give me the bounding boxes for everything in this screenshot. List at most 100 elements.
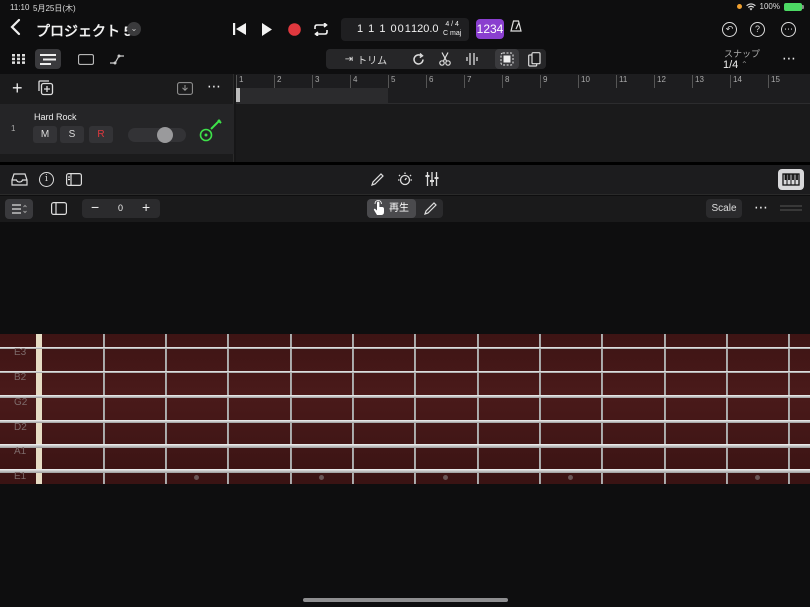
cycle-button[interactable] <box>310 19 332 39</box>
playhead[interactable] <box>236 88 240 102</box>
join-icon[interactable] <box>462 49 482 69</box>
lcd-key: C maj <box>443 30 462 37</box>
play-mode-label: 再生 <box>389 203 409 214</box>
mixer-sliders-icon[interactable] <box>425 172 439 186</box>
more-circle-icon[interactable]: ⋯ <box>781 22 796 37</box>
lcd-time-signature: 4 / 4 <box>445 21 459 28</box>
track-name[interactable]: Hard Rock <box>34 112 77 122</box>
metronome-icon[interactable] <box>510 20 522 32</box>
browser-grid-icon[interactable] <box>8 49 30 69</box>
count-in-button[interactable]: 1234 <box>476 19 504 39</box>
recording-indicator-icon <box>736 4 742 9</box>
tracks-area: + ⋯ 1 Hard Rock M S R 1 2 3 4 5 6 7 8 9 … <box>0 74 810 162</box>
snap-value-selector[interactable]: 1/4 <box>723 59 738 71</box>
undo-icon[interactable]: ↶ <box>722 22 737 37</box>
transpose-value: 0 <box>118 203 124 213</box>
mute-button[interactable]: M <box>33 126 57 143</box>
lcd-signature-key: 4 / 4 C maj <box>443 20 461 38</box>
import-icon[interactable] <box>177 82 193 95</box>
live-loops-icon[interactable] <box>73 49 99 69</box>
ruler-bar: 2 <box>274 75 281 88</box>
track-more-icon[interactable]: ⋯ <box>207 78 221 95</box>
select-region-icon[interactable] <box>495 49 519 69</box>
fret <box>664 334 666 484</box>
ruler-bar: 5 <box>388 75 395 88</box>
chevron-down-icon[interactable]: ⌄ <box>127 22 141 36</box>
drag-handle-icon[interactable] <box>780 205 802 211</box>
fret-marker <box>568 475 573 480</box>
back-chevron-icon[interactable] <box>10 18 22 36</box>
string-label: A1 <box>14 446 27 457</box>
fret-marker <box>755 475 760 480</box>
split-scissors-icon[interactable] <box>435 49 455 69</box>
instrument-more-icon[interactable]: ⋯ <box>754 199 768 216</box>
ruler-bar: 9 <box>540 75 547 88</box>
fret-marker <box>194 475 199 480</box>
duplicate-track-icon[interactable] <box>38 80 54 96</box>
fret <box>726 334 728 484</box>
brightness-icon[interactable] <box>397 171 413 187</box>
string-g2[interactable] <box>0 395 810 398</box>
solo-button[interactable]: S <box>60 126 84 143</box>
help-icon[interactable]: ? <box>750 22 765 37</box>
library-icon[interactable] <box>11 172 28 186</box>
bass-fretboard[interactable]: E3 B2 G2 D2 A1 E1 <box>0 334 810 484</box>
string-a1[interactable] <box>0 444 810 448</box>
string-e1[interactable] <box>0 469 810 473</box>
inspector-icon[interactable] <box>66 173 82 186</box>
draw-pencil-icon[interactable] <box>424 202 437 215</box>
info-icon[interactable]: i <box>39 172 54 187</box>
more-options-icon[interactable]: ⋯ <box>782 50 796 67</box>
volume-slider[interactable] <box>128 127 186 143</box>
cycle-region[interactable] <box>236 88 388 104</box>
fret <box>290 334 292 484</box>
ruler-bar: 3 <box>312 75 319 88</box>
fret-marker <box>319 475 324 480</box>
loop-tool-icon[interactable] <box>408 49 428 69</box>
string-e3[interactable] <box>0 347 810 349</box>
add-track-icon[interactable]: + <box>12 78 23 99</box>
trim-label: トリム <box>357 55 388 67</box>
string-d2[interactable] <box>0 420 810 423</box>
layout-menu-icon[interactable] <box>5 199 33 219</box>
string-label: G2 <box>14 397 28 408</box>
project-title[interactable]: プロジェクト 5 <box>36 21 132 41</box>
piano-keyboard-icon <box>782 173 800 186</box>
go-to-beginning-button[interactable] <box>229 19 251 39</box>
volume-knob[interactable] <box>157 127 173 143</box>
record-button[interactable] <box>283 19 305 39</box>
trim-tool-button[interactable]: ⇥ トリム <box>336 49 396 69</box>
ruler-bar: 13 <box>692 75 704 88</box>
track-row[interactable]: 1 Hard Rock M S R <box>0 104 234 154</box>
lcd-display[interactable]: 1 1 1 001 120.0 4 / 4 C maj <box>341 18 469 41</box>
plus-icon[interactable]: + <box>142 199 150 215</box>
fret <box>477 334 479 484</box>
record-enable-button[interactable]: R <box>89 126 113 143</box>
automation-icon[interactable] <box>106 49 128 69</box>
snap-stepper-icon[interactable]: ⌃ <box>741 60 748 69</box>
battery-icon <box>784 2 804 11</box>
ruler-bar: 1 <box>236 75 243 88</box>
minus-icon[interactable]: − <box>91 199 99 215</box>
play-button[interactable] <box>256 19 278 39</box>
string-b2[interactable] <box>0 371 810 373</box>
timeline-ruler[interactable]: 1 2 3 4 5 6 7 8 9 10 11 12 13 14 15 <box>236 74 810 104</box>
fret <box>601 334 603 484</box>
string-label: E3 <box>14 347 27 358</box>
home-indicator[interactable] <box>303 598 508 602</box>
status-bar: 11:10 5月25日(木) 100% <box>0 0 810 14</box>
sidebar-icon[interactable] <box>51 202 67 215</box>
scale-button[interactable]: Scale <box>706 199 742 218</box>
track-lane[interactable] <box>236 104 810 162</box>
fret <box>165 334 167 484</box>
track-number: 1 <box>11 124 16 133</box>
play-mode-button[interactable]: 再生 <box>367 199 416 218</box>
pencil-icon[interactable] <box>371 173 384 186</box>
copy-icon[interactable] <box>524 49 544 69</box>
tracks-view-icon[interactable] <box>35 49 61 69</box>
keyboard-toggle-button[interactable] <box>778 169 804 190</box>
ruler-bar: 8 <box>502 75 509 88</box>
string-label: E1 <box>14 471 27 482</box>
ruler-bar: 4 <box>350 75 357 88</box>
ruler-bar: 11 <box>616 75 627 88</box>
